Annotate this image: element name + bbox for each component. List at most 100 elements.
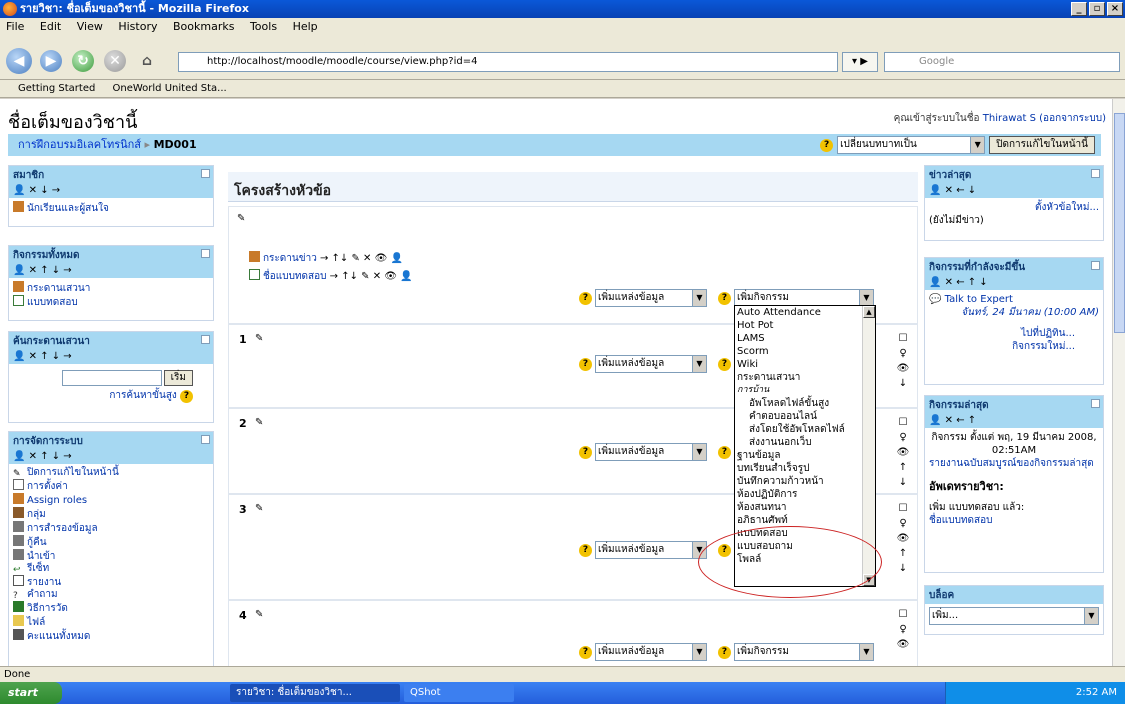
start-button[interactable]: start: [0, 682, 62, 704]
add-resource-select[interactable]: เพิ่มแหล่งข้อมูล ▼: [595, 541, 707, 559]
help-icon[interactable]: ?: [718, 291, 731, 305]
block-controls[interactable]: 👤 ✕ ↑ ↓ →: [13, 351, 209, 362]
go-to-calendar-link[interactable]: ไปที่ปฏิทิน...: [1021, 328, 1075, 339]
help-icon[interactable]: ?: [579, 357, 592, 371]
menu-history[interactable]: History: [118, 20, 157, 33]
section-controls[interactable]: ☐ ♀ 👁 ↑ ↓: [893, 501, 913, 576]
collapse-icon[interactable]: [1091, 399, 1100, 408]
switch-role-select[interactable]: เปลี่ยนบทบาทเป็น ▼: [837, 136, 986, 154]
taskbar-firefox-item[interactable]: รายวิชา: ชื่อเต็มของวิชา...: [230, 684, 400, 702]
new-event-link[interactable]: กิจกรรมใหม่...: [1012, 341, 1075, 352]
help-icon[interactable]: ?: [718, 445, 731, 459]
recent-quiz-link[interactable]: ชื่อแบบทดสอบ: [929, 515, 992, 526]
collapse-icon[interactable]: [201, 435, 210, 444]
admin-item[interactable]: ไฟล์: [27, 617, 45, 628]
help-icon[interactable]: ?: [579, 445, 592, 459]
collapse-icon[interactable]: [201, 169, 210, 178]
full-report-link[interactable]: รายงานฉบับสมบูรณ์ของกิจกรรมล่าสุด: [929, 458, 1094, 469]
user-link[interactable]: Thirawat S: [983, 113, 1036, 124]
add-resource-select[interactable]: เพิ่มแหล่งข้อมูล ▼: [595, 355, 707, 373]
quiz-link[interactable]: ชื่อแบบทดสอบ: [263, 271, 326, 282]
section-controls[interactable]: ☐ ♀ 👁: [893, 607, 913, 652]
add-resource-select[interactable]: เพิ่มแหล่งข้อมูล ▼: [595, 289, 707, 307]
forward-button[interactable]: ▶: [40, 50, 62, 72]
help-icon[interactable]: ?: [718, 357, 731, 371]
event-link[interactable]: Talk to Expert: [945, 294, 1013, 305]
participants-link[interactable]: นักเรียนและผู้สนใจ: [27, 203, 109, 214]
menu-file[interactable]: File: [6, 20, 24, 33]
menu-view[interactable]: View: [77, 20, 103, 33]
scroll-thumb[interactable]: [1114, 113, 1125, 333]
dropdown-option[interactable]: อัพโหลดไฟล์ขั้นสูง: [735, 397, 875, 410]
collapse-icon[interactable]: [1091, 261, 1100, 270]
address-bar[interactable]: http://localhost/moodle/moodle/course/vi…: [178, 52, 838, 72]
dropdown-option[interactable]: Wiki: [735, 358, 875, 371]
admin-item[interactable]: การสำรองข้อมูล: [27, 523, 98, 534]
section-controls[interactable]: ☐ ♀ 👁 ↓: [893, 331, 913, 391]
help-icon[interactable]: ?: [579, 645, 592, 659]
admin-item[interactable]: วิธีการวัด: [27, 603, 68, 614]
edit-summary-icon[interactable]: ✎: [255, 333, 263, 344]
add-resource-select[interactable]: เพิ่มแหล่งข้อมูล ▼: [595, 643, 707, 661]
dropdown-option[interactable]: Auto Attendance: [735, 306, 875, 319]
admin-item[interactable]: คะแนนทั้งหมด: [27, 631, 90, 642]
bookmark-getting-started[interactable]: Getting Started: [18, 83, 95, 94]
block-controls[interactable]: 👤 ✕ ← ↑ ↓: [929, 277, 1099, 288]
admin-item[interactable]: รายงาน: [27, 577, 61, 588]
forum-search-input[interactable]: [61, 370, 162, 386]
breadcrumb-course-category[interactable]: การฝึกอบรมอิเลคโทรนิกส์: [18, 138, 141, 151]
dropdown-option[interactable]: ส่งโดยใช้อัพโหลดไฟล์: [735, 423, 875, 436]
home-icon[interactable]: ⌂: [136, 50, 158, 72]
search-go-button[interactable]: เริ่ม: [163, 370, 193, 386]
dropdown-option[interactable]: กระดานเสวนา: [735, 371, 875, 384]
add-news-link[interactable]: ตั้งหัวข้อใหม่...: [1035, 202, 1099, 213]
turn-editing-off-button[interactable]: ปิดการแก้ไขในหน้านี้: [989, 136, 1095, 154]
admin-item[interactable]: กู้คืน: [27, 537, 47, 548]
block-controls[interactable]: 👤 ✕ ↓ →: [13, 185, 209, 196]
page-scrollbar[interactable]: [1112, 99, 1125, 666]
dropdown-option[interactable]: Hot Pot: [735, 319, 875, 332]
help-icon[interactable]: ?: [579, 543, 592, 557]
stop-button[interactable]: ✕: [104, 50, 126, 72]
block-controls[interactable]: 👤 ✕ ↑ ↓ →: [13, 451, 209, 462]
close-button[interactable]: ×: [1107, 2, 1123, 16]
dropdown-option[interactable]: ห้องปฏิบัติการ: [735, 488, 875, 501]
dropdown-option[interactable]: Scorm: [735, 345, 875, 358]
bookmark-oneworld[interactable]: OneWorld United Sta...: [113, 83, 227, 94]
menu-help[interactable]: Help: [293, 20, 318, 33]
edit-summary-icon[interactable]: ✎: [255, 417, 263, 428]
reload-button[interactable]: ↻: [72, 50, 94, 72]
admin-item[interactable]: รีเซ็ท: [27, 563, 49, 574]
admin-item[interactable]: กลุ่ม: [27, 509, 46, 520]
dropdown-option[interactable]: ส่งงานนอกเว็บ: [735, 436, 875, 449]
menu-bookmarks[interactable]: Bookmarks: [173, 20, 234, 33]
taskbar-qshot-item[interactable]: QShot: [404, 684, 514, 702]
dropdown-option[interactable]: บทเรียนสำเร็จรูป: [735, 462, 875, 475]
dropdown-option[interactable]: บันทึกความก้าวหน้า: [735, 475, 875, 488]
add-block-select[interactable]: เพิ่ม... ▼: [929, 607, 1099, 625]
scroll-up-icon[interactable]: ▲: [863, 306, 875, 318]
help-icon[interactable]: ?: [718, 645, 731, 659]
admin-item[interactable]: การตั้งค่า: [27, 481, 68, 492]
logout-link[interactable]: (ออกจากระบบ): [1039, 113, 1106, 124]
edit-summary-icon[interactable]: ✎: [255, 609, 263, 620]
back-button[interactable]: ◀: [6, 48, 32, 74]
add-activity-select[interactable]: เพิ่มกิจกรรม ▼: [734, 643, 874, 661]
activity-edit-controls[interactable]: → ↑↓ ✎ ✕ 👁 👤: [320, 253, 403, 264]
help-icon[interactable]: ?: [579, 291, 592, 305]
block-controls[interactable]: 👤 ✕ ← ↑: [929, 415, 1099, 426]
advanced-search-link[interactable]: การค้นหาขั้นสูง: [109, 390, 176, 401]
go-button[interactable]: ▾ ▶: [842, 52, 878, 72]
activity-edit-controls[interactable]: → ↑↓ ✎ ✕ 👁 👤: [330, 271, 413, 282]
collapse-icon[interactable]: [1091, 169, 1100, 178]
help-icon[interactable]: ?: [820, 138, 834, 152]
admin-item[interactable]: คำถาม: [27, 589, 58, 600]
section-controls[interactable]: ☐ ♀ 👁 ↑ ↓: [893, 415, 913, 490]
collapse-icon[interactable]: [201, 249, 210, 258]
add-resource-select[interactable]: เพิ่มแหล่งข้อมูล ▼: [595, 443, 707, 461]
minimize-button[interactable]: _: [1071, 2, 1087, 16]
block-controls[interactable]: 👤 ✕ ↑ ↓ →: [13, 265, 209, 276]
admin-item[interactable]: ปิดการแก้ไขในหน้านี้: [27, 467, 119, 478]
admin-item[interactable]: นำเข้า: [27, 551, 55, 562]
collapse-icon[interactable]: [201, 335, 210, 344]
